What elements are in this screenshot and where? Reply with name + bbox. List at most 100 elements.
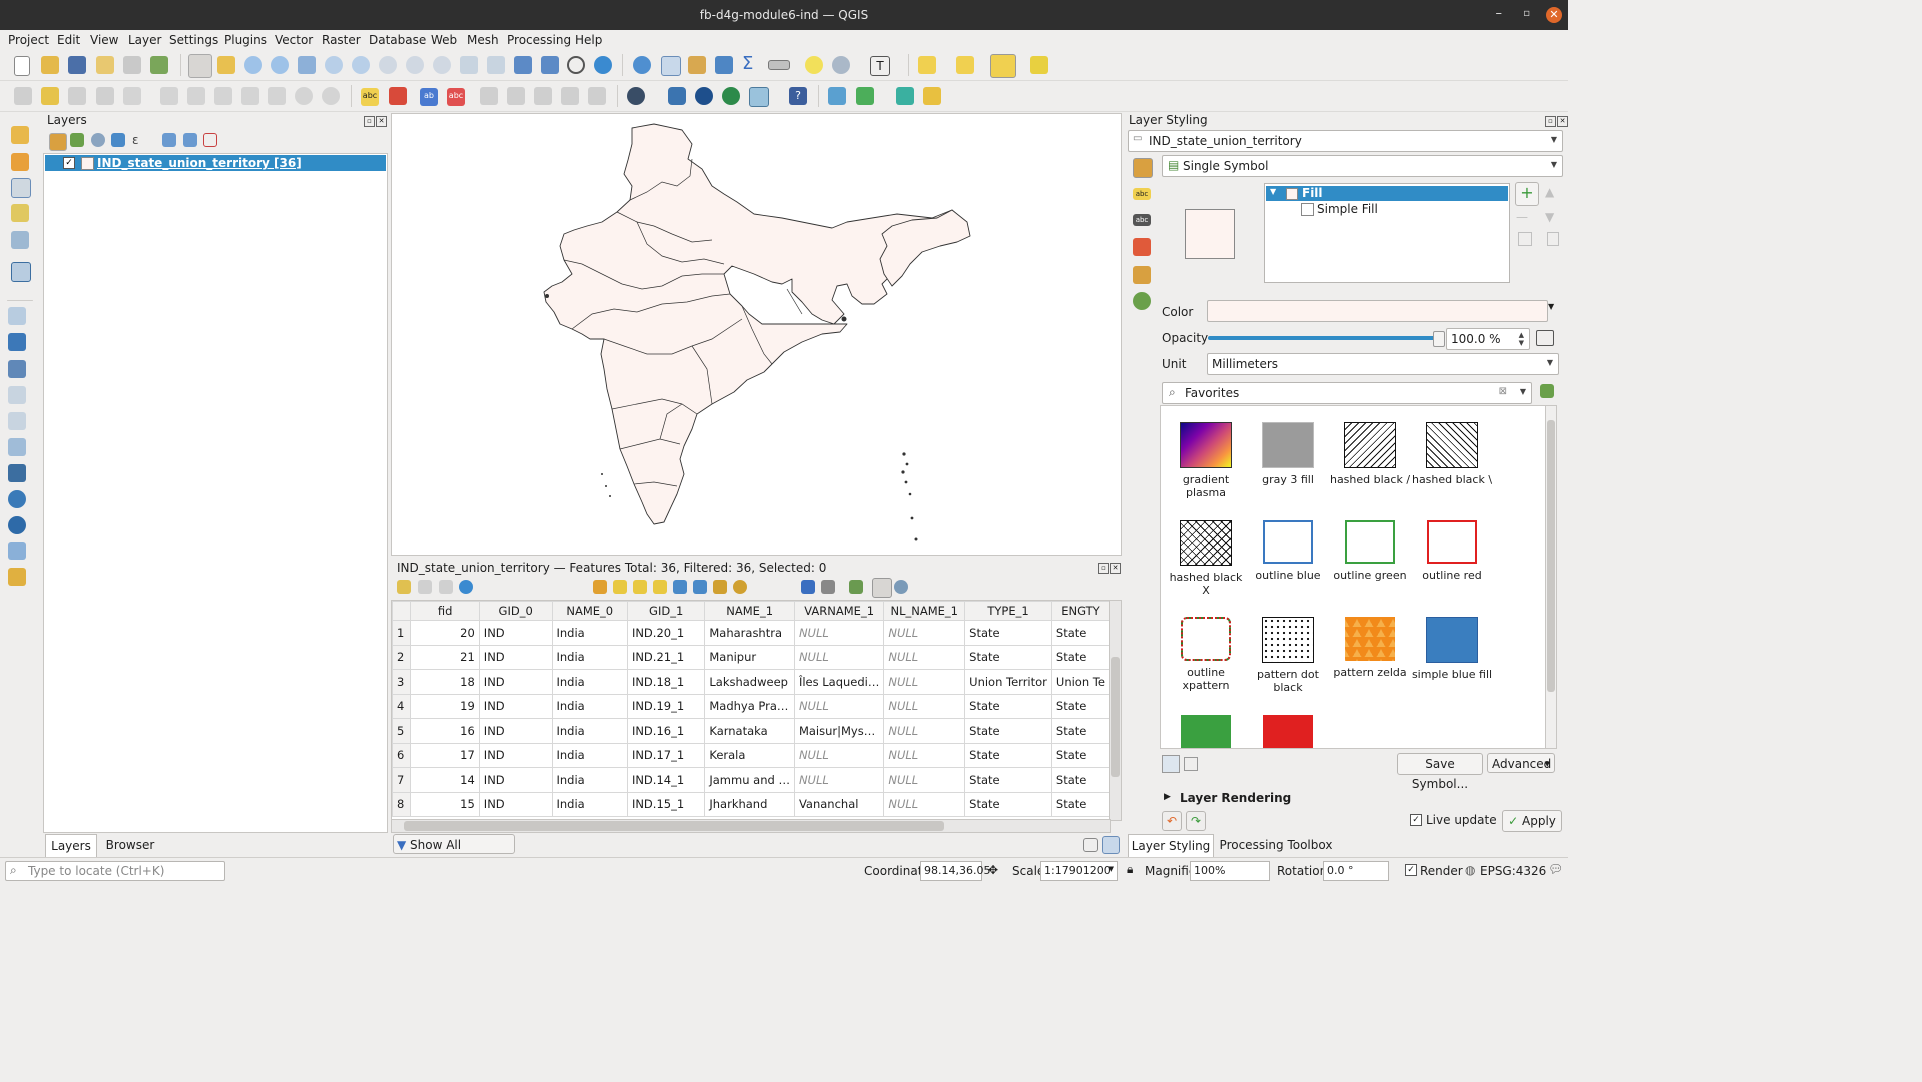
menu-layer[interactable]: Layer: [128, 33, 161, 47]
move-up-icon[interactable]: ▲: [1545, 185, 1554, 199]
menu-help[interactable]: Help: [575, 33, 602, 47]
table-view-icon[interactable]: [1102, 836, 1120, 854]
zoom-next-icon[interactable]: [433, 56, 451, 74]
table-cell[interactable]: India: [551, 718, 628, 744]
messages-icon[interactable]: 💬︎: [1548, 862, 1563, 876]
menu-vector[interactable]: Vector: [275, 33, 313, 47]
invert-selection-icon[interactable]: [633, 580, 647, 594]
paste-features-icon[interactable]: [268, 87, 286, 105]
table-cell[interactable]: IND.14_1: [626, 767, 706, 793]
statistics-sigma-icon[interactable]: Σ: [742, 55, 760, 73]
highlight-label-icon[interactable]: ab: [420, 88, 438, 106]
field-calculator-icon[interactable]: [688, 56, 706, 74]
table-cell[interactable]: NULL: [793, 644, 885, 670]
select-features-icon[interactable]: [918, 56, 936, 74]
metasearch-icon[interactable]: [722, 87, 740, 105]
table-cell[interactable]: India: [551, 644, 628, 670]
menu-edit[interactable]: Edit: [57, 33, 80, 47]
refresh-icon[interactable]: [594, 56, 612, 74]
coordinate-field[interactable]: 98.14,36.05: [920, 861, 990, 881]
tree-simple-fill-label[interactable]: Simple Fill: [1317, 202, 1378, 216]
close-attr-icon[interactable]: ✕: [1110, 563, 1121, 574]
table-row[interactable]: 5 16 IND India IND.16_1 Karnataka Maisur|Mys… N…: [392, 718, 1110, 744]
row-number[interactable]: 1: [392, 620, 412, 646]
globe-icon[interactable]: [695, 87, 713, 105]
pan-to-selection-icon[interactable]: [217, 56, 235, 74]
toggle-edit-icon[interactable]: [397, 580, 411, 594]
table-vertical-scrollbar[interactable]: [1109, 600, 1122, 821]
menu-plugins[interactable]: Plugins: [224, 33, 267, 47]
pan-selected-icon[interactable]: [713, 580, 727, 594]
symbol-layer-tree[interactable]: ▼ Fill Simple Fill: [1264, 183, 1510, 283]
remove-layer-icon[interactable]: [203, 133, 217, 147]
menu-web[interactable]: Web: [431, 33, 457, 47]
live-update-checkbox[interactable]: ✓: [1410, 814, 1422, 826]
field-calc-attr-icon[interactable]: [821, 580, 835, 594]
table-cell[interactable]: IND: [478, 742, 553, 768]
table-cell[interactable]: Kerala: [704, 742, 795, 768]
table-cell[interactable]: 19: [410, 693, 480, 719]
symbol-gradient-plasma[interactable]: gradient plasma: [1165, 422, 1247, 499]
gallery-scroll-thumb[interactable]: [1547, 420, 1555, 692]
style-manager-small-icon[interactable]: [1540, 384, 1554, 398]
select-expression-icon[interactable]: [593, 580, 607, 594]
column-header[interactable]: TYPE_1: [964, 601, 1052, 621]
add-raster-layer-icon[interactable]: [8, 333, 26, 351]
magnifier-field[interactable]: 100%: [1190, 861, 1270, 881]
table-cell[interactable]: State: [1050, 742, 1110, 768]
attribute-table-icon[interactable]: [661, 56, 681, 76]
gallery-scrollbar[interactable]: [1545, 405, 1557, 749]
remove-symbol-layer-icon[interactable]: —: [1516, 210, 1528, 224]
menu-raster[interactable]: Raster: [322, 33, 361, 47]
filter-expression-icon[interactable]: ε: [132, 133, 146, 147]
georeferencer-icon[interactable]: [749, 87, 769, 107]
new-virtual-layer-icon[interactable]: [11, 231, 29, 249]
float-attr-icon[interactable]: ▫: [1098, 563, 1109, 574]
row-number[interactable]: 8: [392, 791, 412, 817]
filter-select-icon[interactable]: [673, 580, 687, 594]
row-number[interactable]: 3: [392, 669, 412, 695]
table-row[interactable]: 3 18 IND India IND.18_1 Lakshadweep Îles Laque…: [392, 669, 1110, 695]
table-cell[interactable]: IND: [478, 693, 553, 719]
lock-layer-icon[interactable]: [1547, 232, 1559, 246]
symbol-search[interactable]: ⌕ Favorites ⊠ ▼: [1162, 382, 1532, 404]
table-cell[interactable]: IND: [478, 767, 553, 793]
python-console-icon[interactable]: [668, 87, 686, 105]
minimize-icon[interactable]: –: [1496, 6, 1503, 21]
menu-processing[interactable]: Processing: [507, 33, 571, 47]
table-cell[interactable]: NULL: [883, 644, 966, 670]
new-3d-view-icon[interactable]: [487, 56, 505, 74]
help-icon[interactable]: ?: [789, 87, 807, 105]
symbol-gray-3-fill[interactable]: gray 3 fill: [1247, 422, 1329, 486]
table-cell[interactable]: IND.18_1: [626, 669, 706, 695]
cut-features-icon[interactable]: [214, 87, 232, 105]
deselect-icon[interactable]: [653, 580, 667, 594]
table-cell[interactable]: IND: [478, 620, 553, 646]
table-cell[interactable]: IND.20_1: [626, 620, 706, 646]
tab-layers[interactable]: Layers: [45, 834, 97, 858]
table-cell[interactable]: Jammu and …: [704, 767, 795, 793]
expand-all-icon[interactable]: [162, 133, 176, 147]
diagrams-icon[interactable]: [1133, 266, 1151, 284]
table-cell[interactable]: Îles Laquedi…: [793, 669, 885, 695]
temporal-controller-icon[interactable]: [567, 56, 585, 74]
modify-attributes-icon[interactable]: [160, 87, 178, 105]
plugin-c-icon[interactable]: [896, 87, 914, 105]
new-geopackage-icon[interactable]: [11, 153, 29, 171]
table-cell[interactable]: NULL: [883, 620, 966, 646]
table-cell[interactable]: NULL: [793, 767, 885, 793]
column-header[interactable]: GID_0: [478, 601, 553, 621]
add-delimited-text-icon[interactable]: [8, 386, 26, 404]
select-location-icon[interactable]: [1030, 56, 1048, 74]
tab-layer-styling[interactable]: Layer Styling: [1128, 834, 1214, 858]
plugin-b-icon[interactable]: [856, 87, 874, 105]
add-symbol-layer-button[interactable]: +: [1515, 182, 1539, 206]
layer-styling-icon[interactable]: [49, 133, 67, 151]
zoom-native-icon[interactable]: [379, 56, 397, 74]
table-cell[interactable]: Lakshadweep: [704, 669, 795, 695]
layer-name[interactable]: IND_state_union_territory [36]: [97, 156, 302, 170]
undo-icon[interactable]: [295, 87, 313, 105]
list-view-icon[interactable]: [1184, 757, 1198, 771]
style-manager-icon[interactable]: [150, 56, 168, 74]
table-row[interactable]: 2 21 IND India IND.21_1 Manipur NULL NULL State S…: [392, 644, 1110, 670]
